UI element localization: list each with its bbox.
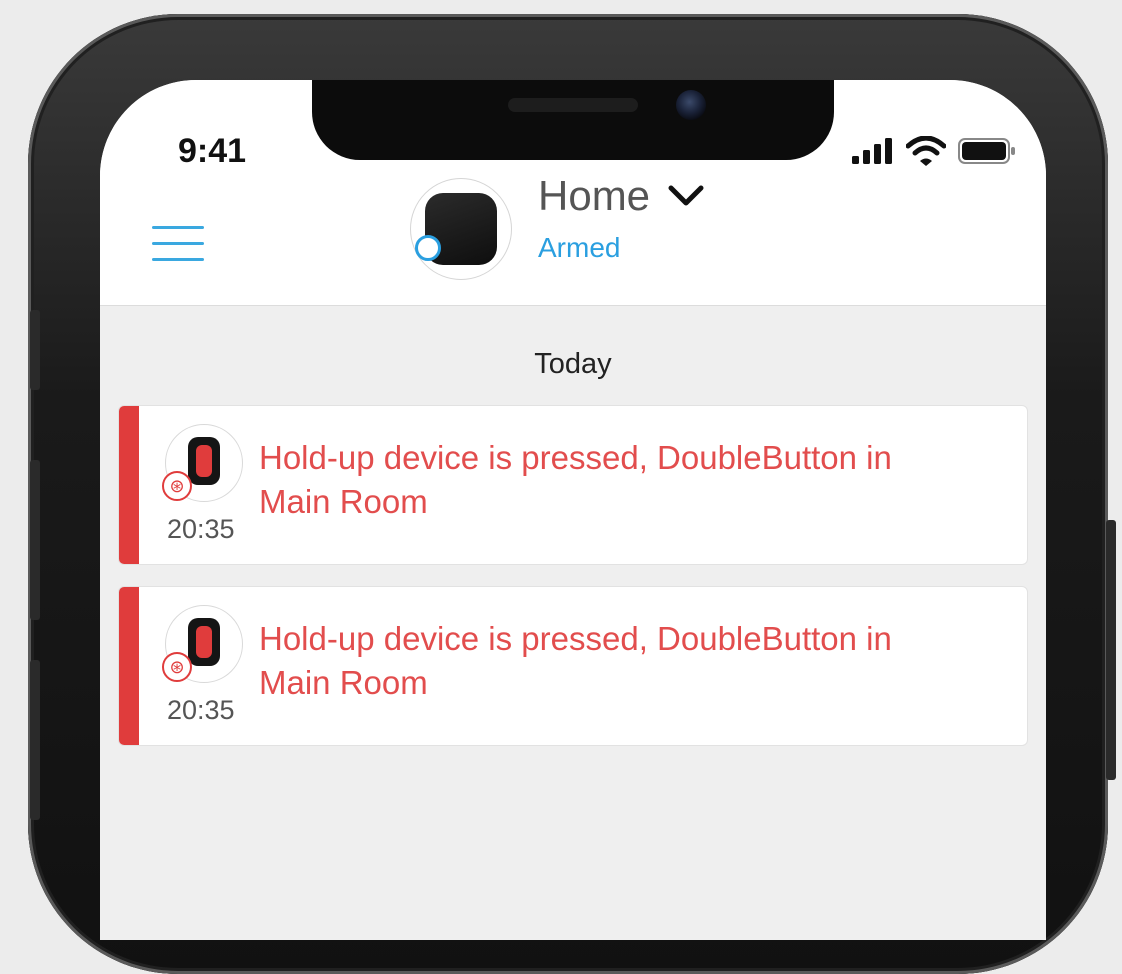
hold-up-alarm-icon: ⊛: [162, 471, 192, 501]
earpiece-speaker: [508, 98, 638, 112]
alert-stripe: [119, 587, 139, 745]
status-icons: [852, 136, 1016, 166]
hub-status: Armed: [538, 232, 621, 263]
doublebutton-device-icon: [188, 618, 220, 666]
app-screen: 9:41 Home Armed Today ⊛ Hold-up device i…: [100, 80, 1046, 940]
event-time: 20:35: [167, 514, 235, 544]
section-label-today: Today: [534, 348, 612, 380]
doublebutton-device-icon: [188, 437, 220, 485]
phone-notch: [312, 80, 834, 160]
chevron-down-icon: [668, 185, 704, 206]
device-avatar: ⊛: [162, 424, 243, 502]
front-camera: [676, 90, 706, 120]
phone-side-button-left: [30, 310, 40, 390]
hub-name: Home: [538, 172, 651, 219]
app-header: Home Armed: [100, 172, 1046, 306]
phone-side-button-left: [30, 660, 40, 820]
phone-side-button-left: [30, 460, 40, 620]
alert-stripe: [119, 406, 139, 564]
hub-avatar[interactable]: [410, 178, 512, 280]
event-message: Hold-up device is pressed, DoubleButton …: [259, 439, 892, 520]
wifi-icon: [906, 136, 946, 166]
battery-icon: [958, 138, 1015, 164]
hub-status-ring-icon: [415, 235, 441, 261]
event-message: Hold-up device is pressed, DoubleButton …: [259, 620, 892, 701]
phone-side-button-right: [1106, 520, 1116, 780]
hold-up-alarm-icon: ⊛: [162, 652, 192, 682]
hub-selector[interactable]: Home: [538, 172, 704, 220]
event-card[interactable]: ⊛ Hold-up device is pressed, DoubleButto…: [118, 405, 1028, 565]
status-time: 9:41: [178, 132, 247, 170]
cellular-signal-icon: [852, 138, 892, 164]
event-card[interactable]: ⊛ Hold-up device is pressed, DoubleButto…: [118, 586, 1028, 746]
event-time: 20:35: [167, 695, 235, 725]
device-avatar: ⊛: [162, 605, 243, 683]
hamburger-menu-icon[interactable]: [152, 226, 206, 266]
